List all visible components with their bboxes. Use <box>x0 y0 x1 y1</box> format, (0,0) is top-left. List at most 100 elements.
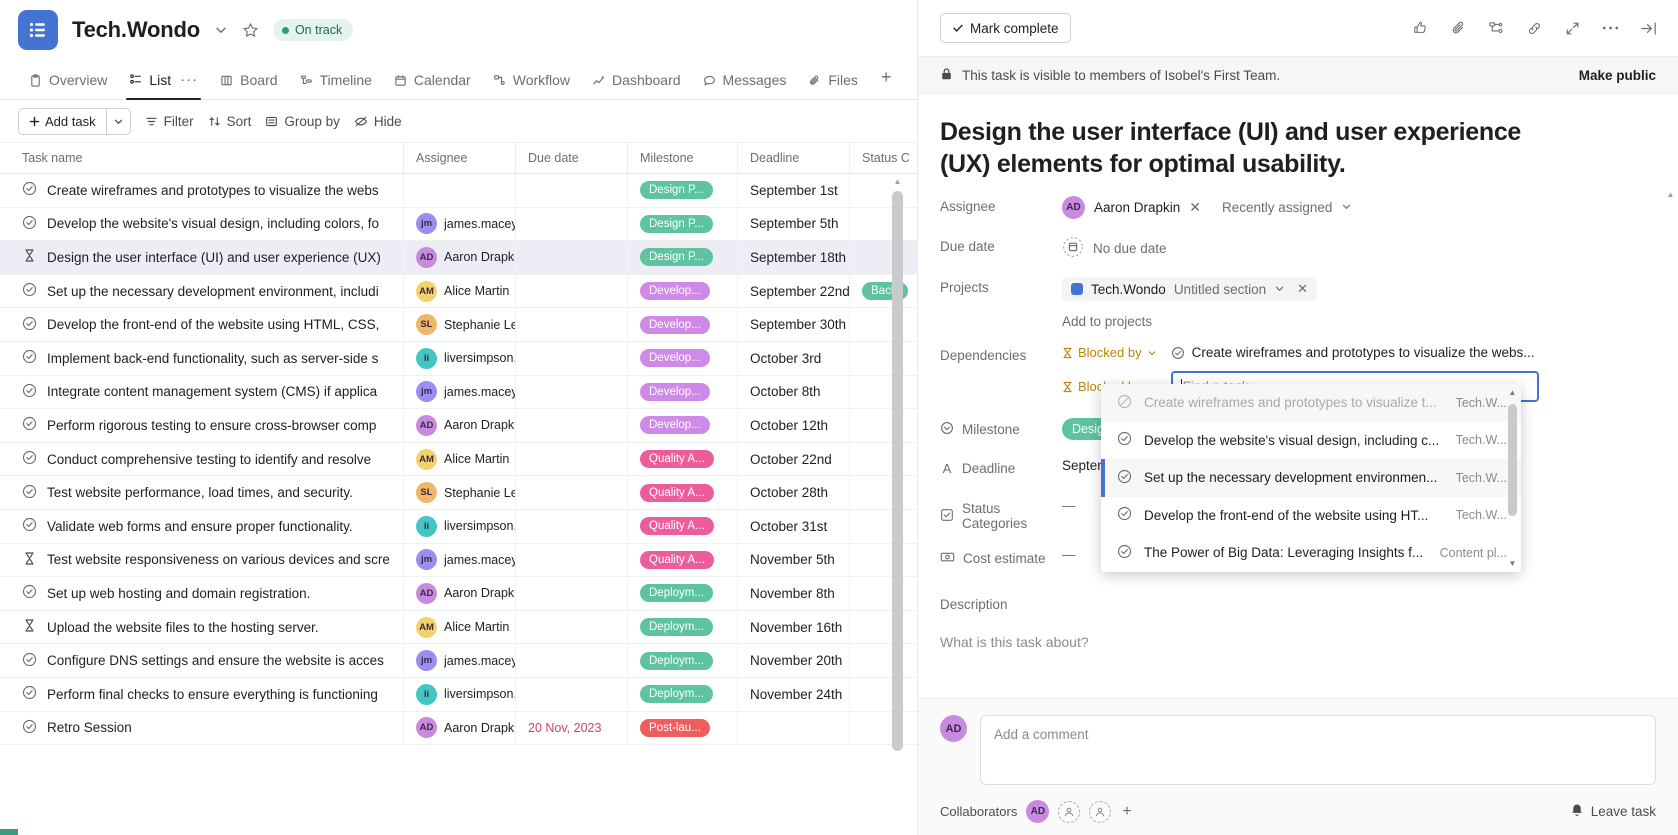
tab-calendar[interactable]: Calendar <box>383 72 482 99</box>
deadline-cell[interactable]: September 1st <box>738 173 850 208</box>
due-date-value[interactable]: 20 Nov, 2023 <box>528 721 601 735</box>
avatar[interactable]: AD <box>416 414 437 436</box>
deadline-cell[interactable]: November 24th <box>738 677 850 711</box>
tab-overview[interactable]: Overview <box>18 72 118 99</box>
due-date-cell[interactable] <box>516 677 628 711</box>
task-name-cell[interactable]: Perform rigorous testing to ensure cross… <box>0 408 404 443</box>
dropdown-item[interactable]: The Power of Big Data: Leveraging Insigh… <box>1101 534 1521 572</box>
project-chip[interactable]: Tech.Wondo Untitled section ✕ <box>1062 277 1318 301</box>
milestone-chip[interactable]: Develop... <box>640 349 710 368</box>
column-header-deadline[interactable]: Deadline <box>738 142 850 174</box>
task-name-cell[interactable]: Develop the front-end of the website usi… <box>0 307 404 342</box>
avatar[interactable]: jm <box>416 549 437 571</box>
milestone-chip[interactable]: Quality A... <box>640 550 714 569</box>
milestone-chip[interactable]: Deploym... <box>640 584 713 603</box>
check-circle-icon[interactable] <box>22 383 37 401</box>
person-placeholder-icon[interactable] <box>1089 800 1112 823</box>
due-date-cell[interactable] <box>516 307 628 342</box>
task-name-cell[interactable]: Implement back-end functionality, such a… <box>0 341 404 376</box>
status-badge[interactable]: On track <box>272 19 354 41</box>
avatar[interactable]: AD <box>416 582 437 604</box>
description-input[interactable]: What is this task about? <box>940 634 1648 650</box>
hourglass-icon[interactable] <box>22 618 37 636</box>
milestone-chip[interactable]: Quality A... <box>640 450 714 469</box>
scroll-up-arrow-icon[interactable]: ▲ <box>1508 388 1517 397</box>
group-by-button[interactable]: Group by <box>265 114 340 129</box>
milestone-chip[interactable]: Develop... <box>640 282 710 301</box>
subtask-icon[interactable] <box>1488 20 1505 37</box>
due-date-cell[interactable] <box>516 610 628 644</box>
assignee-cell[interactable]: SL Stephanie Le... <box>404 475 516 510</box>
assignee-cell[interactable]: SL Stephanie Le... <box>404 307 516 342</box>
avatar[interactable]: AD <box>416 717 437 739</box>
filter-button[interactable]: Filter <box>145 114 194 129</box>
table-row[interactable]: Configure DNS settings and ensure the we… <box>0 643 917 678</box>
status-cell[interactable] <box>850 241 917 275</box>
assignee-cell[interactable]: li liversimpson... <box>404 677 516 711</box>
table-row[interactable]: Perform final checks to ensure everythin… <box>0 677 917 712</box>
check-circle-icon[interactable] <box>22 517 37 535</box>
milestone-chip[interactable]: Deploym... <box>640 685 713 704</box>
assignee-cell[interactable]: AM Alice Martin <box>404 274 516 308</box>
table-row[interactable]: Develop the front-end of the website usi… <box>0 307 917 342</box>
check-circle-icon[interactable] <box>22 181 37 199</box>
task-name-cell[interactable]: Develop the website's visual design, inc… <box>0 207 404 241</box>
assignee-cell[interactable]: jm james.macey... <box>404 643 516 678</box>
status-cell[interactable] <box>850 577 917 611</box>
milestone-cell[interactable]: Quality A... <box>628 475 738 510</box>
link-icon[interactable] <box>1526 20 1543 37</box>
collapse-right-icon[interactable] <box>1640 20 1658 37</box>
milestone-cell[interactable]: Design P... <box>628 207 738 241</box>
hourglass-icon[interactable] <box>22 248 37 266</box>
hide-button[interactable]: Hide <box>354 114 402 129</box>
calendar-icon[interactable] <box>1062 236 1084 261</box>
milestone-chip[interactable]: Design P... <box>640 248 713 267</box>
milestone-cell[interactable]: Quality A... <box>628 442 738 476</box>
milestone-cell[interactable]: Develop... <box>628 408 738 443</box>
dependency-item[interactable]: Create wireframes and prototypes to visu… <box>1171 345 1535 360</box>
avatar[interactable]: AM <box>416 280 437 302</box>
milestone-cell[interactable]: Develop... <box>628 307 738 342</box>
task-name-cell[interactable]: Conduct comprehensive testing to identif… <box>0 442 404 476</box>
status-cell[interactable]: Backl <box>850 274 917 308</box>
add-to-projects-button[interactable]: Add to projects <box>1062 314 1648 329</box>
status-cell[interactable] <box>850 644 917 678</box>
deadline-cell[interactable]: October 3rd <box>738 341 850 376</box>
deadline-cell[interactable]: October 8th <box>738 375 850 409</box>
milestone-cell[interactable]: Deploym... <box>628 576 738 611</box>
assignee-cell[interactable]: AD Aaron Drapkin <box>404 240 516 275</box>
add-tab-button[interactable]: + <box>869 67 904 99</box>
milestone-cell[interactable]: Quality A... <box>628 543 738 577</box>
milestone-cell[interactable]: Design P... <box>628 240 738 275</box>
table-row[interactable]: Set up web hosting and domain registrati… <box>0 576 917 611</box>
deadline-cell[interactable]: October 22nd <box>738 442 850 476</box>
check-circle-icon[interactable] <box>22 685 37 703</box>
due-date-cell[interactable] <box>516 643 628 678</box>
column-header-due-date[interactable]: Due date <box>516 142 628 174</box>
paperclip-icon[interactable] <box>1450 20 1467 37</box>
deadline-cell[interactable]: October 12th <box>738 408 850 443</box>
milestone-chip[interactable]: Develop... <box>640 416 710 435</box>
status-categories-value[interactable]: — <box>1062 498 1076 513</box>
deadline-cell[interactable]: October 31st <box>738 509 850 544</box>
milestone-chip[interactable]: Quality A... <box>640 517 714 536</box>
due-date-cell[interactable] <box>516 207 628 241</box>
task-name-cell[interactable]: Test website performance, load times, an… <box>0 475 404 510</box>
assignee-name[interactable]: Aaron Drapkin <box>1094 200 1180 215</box>
status-cell[interactable] <box>850 409 917 443</box>
due-date-cell[interactable] <box>516 240 628 275</box>
recently-assigned-label[interactable]: Recently assigned <box>1222 200 1332 215</box>
milestone-cell[interactable]: Deploym... <box>628 677 738 711</box>
check-circle-icon[interactable] <box>22 450 37 468</box>
sort-button[interactable]: Sort <box>208 114 251 129</box>
due-date-cell[interactable]: 20 Nov, 2023 <box>516 711 628 745</box>
tab-files[interactable]: Files <box>797 72 869 99</box>
assignee-cell[interactable]: jm james.macey... <box>404 207 516 241</box>
due-date-cell[interactable] <box>516 341 628 376</box>
assignee-cell[interactable] <box>404 173 516 208</box>
table-row[interactable]: Test website performance, load times, an… <box>0 475 917 510</box>
detail-vertical-scrollbar[interactable]: ▲ ▼ <box>1666 190 1675 698</box>
dropdown-scrollbar[interactable]: ▲ ▼ <box>1508 388 1517 568</box>
milestone-chip[interactable]: Design P... <box>640 181 713 200</box>
check-circle-icon[interactable] <box>22 652 37 670</box>
